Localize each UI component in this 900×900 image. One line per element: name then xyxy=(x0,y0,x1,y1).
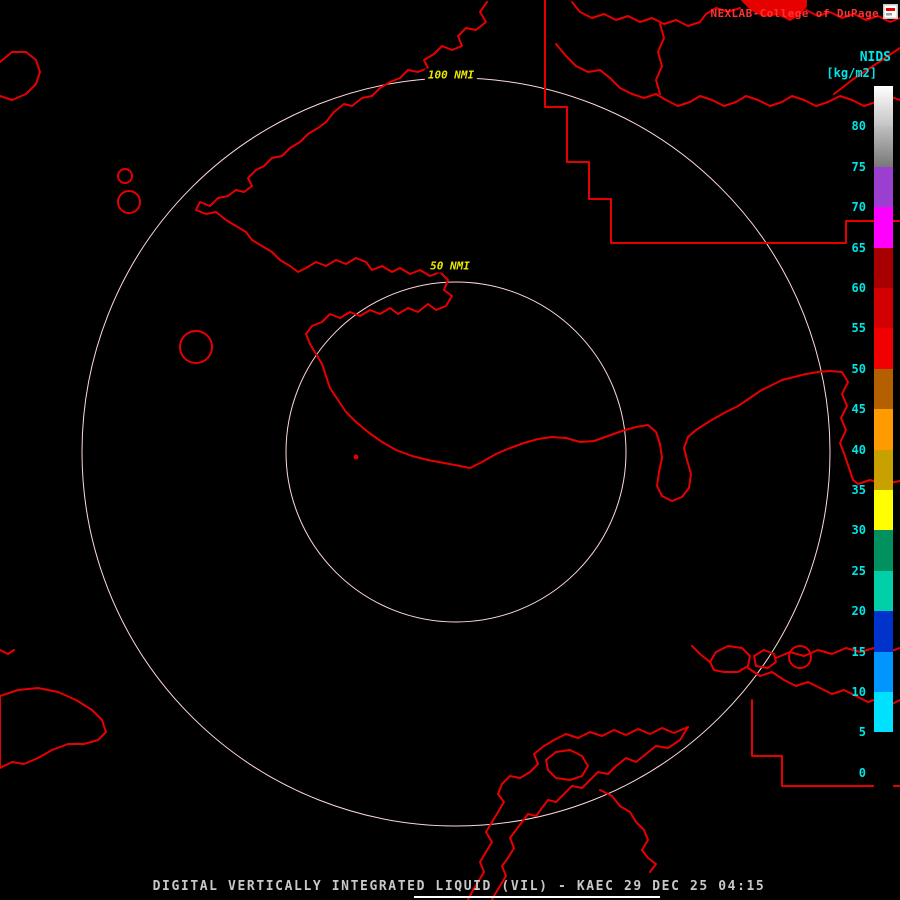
brand-text: NEXLAB-College of DuPage xyxy=(710,7,879,20)
legend-title: NIDS xyxy=(859,50,891,65)
colorbar-segment xyxy=(874,490,893,531)
range-ring-label-100nmi: 100 NMI xyxy=(424,68,478,82)
colorbar xyxy=(874,86,893,793)
estuary-south-shore xyxy=(491,726,689,900)
lake-southeast-b xyxy=(753,649,777,669)
colorbar-segment xyxy=(874,692,893,733)
range-ring-50nmi xyxy=(285,281,627,623)
colorbar-segment xyxy=(874,207,893,248)
map-outlines xyxy=(0,0,900,900)
colorbar-segment xyxy=(874,611,893,652)
colorbar-segment xyxy=(874,651,893,692)
colorbar-segment xyxy=(874,247,893,288)
islet-dot-center xyxy=(353,454,359,460)
lake-ring-west xyxy=(179,330,213,364)
radar-map xyxy=(0,0,900,900)
colorbar-segment xyxy=(874,409,893,450)
river-connector-vertical xyxy=(655,23,665,95)
lake-southeast-a xyxy=(709,645,751,673)
lake-ring-southeast xyxy=(788,645,812,669)
product-status-line: DIGITAL VERTICALLY INTEGRATED LIQUID (VI… xyxy=(152,879,766,894)
dupage-logo-icon xyxy=(883,4,898,19)
river-southeast-tail xyxy=(691,645,711,663)
radar-display: 100 NMI 50 NMI NEXLAB-College of DuPage … xyxy=(0,0,900,900)
range-ring-label-50nmi: 50 NMI xyxy=(427,259,473,273)
colorbar-segment xyxy=(874,530,893,571)
estuary-southeast-arm xyxy=(599,789,657,873)
state-boundary-north xyxy=(544,0,900,244)
island-bottom-left xyxy=(0,687,107,769)
estuary-inner-lake xyxy=(545,749,589,781)
colorbar-segment xyxy=(874,449,893,490)
colorbar-segment xyxy=(874,732,893,773)
colorbar-segment xyxy=(874,328,893,369)
islet-ring-upper xyxy=(117,190,141,214)
colorbar-segment xyxy=(874,368,893,410)
colorbar-segment xyxy=(874,86,893,127)
islet-small-upper xyxy=(117,168,133,184)
coastline-main xyxy=(195,1,900,502)
range-ring-100nmi xyxy=(81,77,831,827)
colorbar-segment xyxy=(874,570,893,612)
colorbar-segment xyxy=(874,126,893,167)
shoreline-left-edge xyxy=(0,649,15,655)
legend-units: [kg/m2] xyxy=(826,66,877,80)
footer-underline xyxy=(414,896,660,898)
range-rings xyxy=(81,77,831,827)
colorbar-segment xyxy=(874,166,893,208)
colorbar-segment xyxy=(874,288,893,329)
island-top-left xyxy=(0,51,41,101)
